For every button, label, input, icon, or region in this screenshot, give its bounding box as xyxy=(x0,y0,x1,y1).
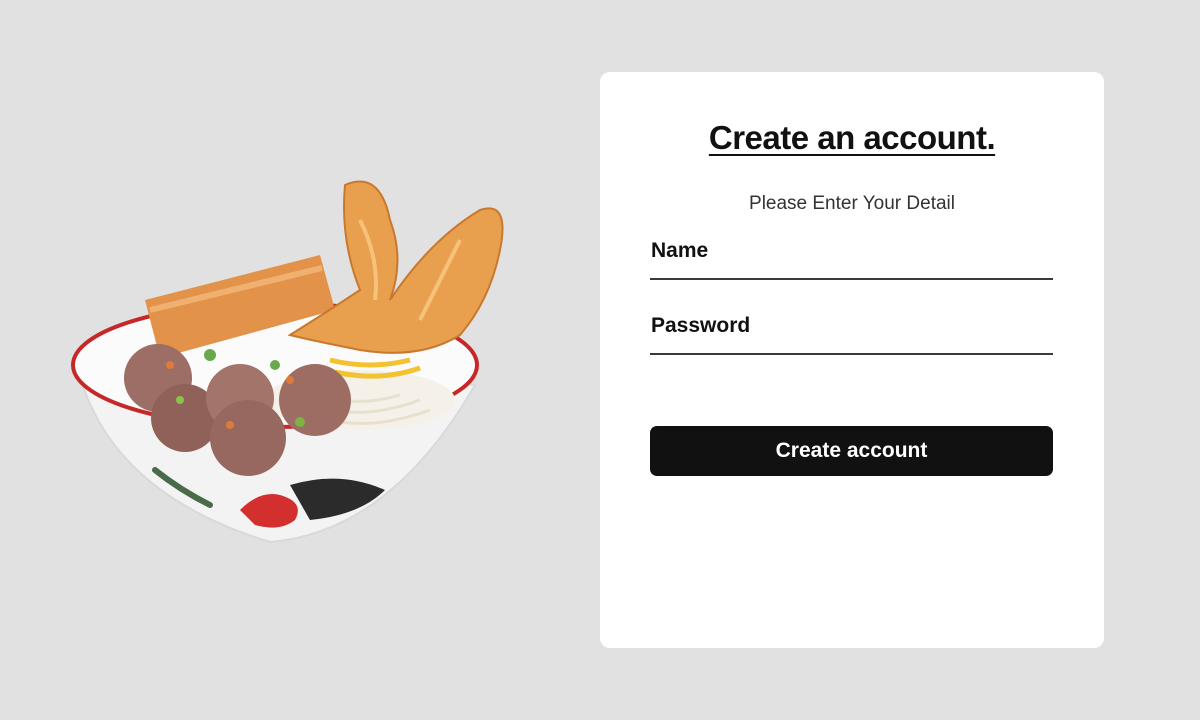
form-subtitle: Please Enter Your Detail xyxy=(749,193,955,214)
scallion-garnish xyxy=(204,349,216,361)
name-field[interactable]: Name xyxy=(650,236,1053,280)
scallion-garnish xyxy=(270,360,280,370)
create-account-button[interactable]: Create account xyxy=(650,426,1053,476)
scallion-garnish xyxy=(176,396,184,404)
fried-garlic-garnish xyxy=(166,361,174,369)
fried-garlic-garnish xyxy=(226,421,234,429)
password-field[interactable]: Password xyxy=(650,311,1053,355)
signup-card: Create an account. Please Enter Your Det… xyxy=(600,72,1104,648)
page-title: Create an account. xyxy=(708,119,996,156)
name-input[interactable] xyxy=(650,236,1053,278)
password-input[interactable] xyxy=(650,311,1053,353)
meatball xyxy=(279,364,351,436)
scallion-garnish xyxy=(295,417,305,427)
fried-garlic-garnish xyxy=(286,376,294,384)
hero-food-image xyxy=(60,160,530,560)
noodle-bowl-illustration xyxy=(71,180,504,544)
meatball xyxy=(210,400,286,476)
